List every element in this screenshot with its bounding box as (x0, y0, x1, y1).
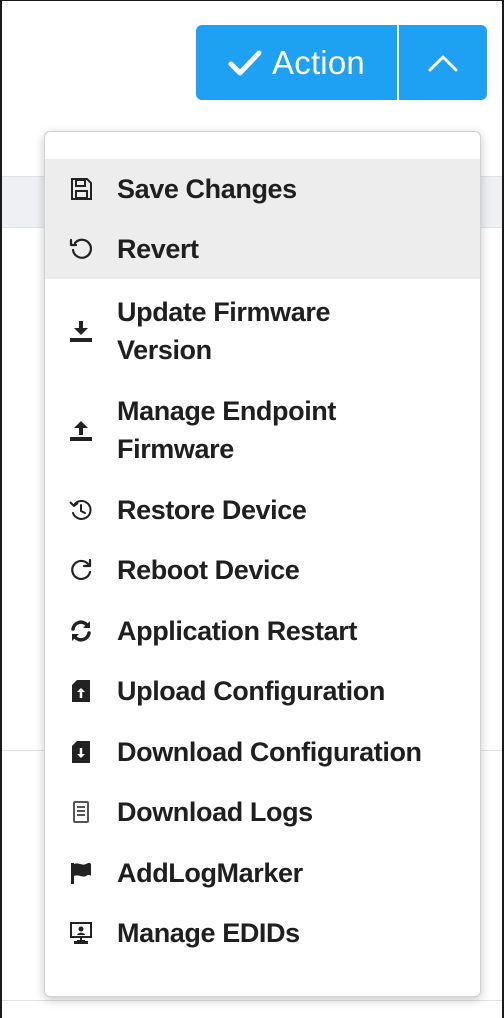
menu-item-download-logs[interactable]: Download Logs (45, 782, 480, 842)
revert-icon (69, 237, 93, 261)
upload-icon (69, 418, 93, 442)
menu-item-label: Reboot Device (117, 555, 300, 585)
chevron-up-icon (428, 55, 458, 71)
menu-item-download-configuration[interactable]: Download Configuration (45, 722, 480, 782)
flag-icon (69, 861, 93, 885)
menu-item-label: Download Logs (117, 797, 313, 827)
log-file-icon (69, 800, 93, 824)
menu-item-label: Restore Device (117, 495, 307, 525)
menu-item-upload-configuration[interactable]: Upload Configuration (45, 661, 480, 721)
menu-item-add-log-marker[interactable]: AddLogMarker (45, 843, 480, 903)
menu-item-label: Save Changes (117, 174, 297, 204)
menu-item-revert[interactable]: Revert (45, 219, 480, 279)
menu-item-application-restart[interactable]: Application Restart (45, 601, 480, 661)
action-button-label: Action (272, 43, 365, 81)
menu-item-label: Revert (117, 234, 199, 264)
action-dropdown-toggle[interactable] (399, 25, 487, 100)
menu-item-manage-edids[interactable]: Manage EDIDs (45, 903, 480, 963)
menu-item-update-firmware-version[interactable]: Update Firmware Version (45, 287, 480, 375)
file-download-icon (69, 740, 93, 764)
menu-item-label: Manage Endpoint Firmware (117, 396, 336, 464)
action-button-group: Action (196, 25, 487, 100)
menu-item-label: Update Firmware Version (117, 297, 331, 365)
menu-item-restore-device[interactable]: Restore Device (45, 480, 480, 540)
monitor-icon (69, 921, 93, 945)
check-icon (228, 50, 262, 75)
menu-item-reboot-device[interactable]: Reboot Device (45, 540, 480, 600)
history-icon (69, 498, 93, 522)
menu-item-label: Application Restart (117, 616, 357, 646)
file-upload-icon (69, 679, 93, 703)
menu-item-label: Manage EDIDs (117, 918, 300, 948)
download-icon (69, 319, 93, 343)
menu-item-save-changes[interactable]: Save Changes (45, 159, 480, 219)
reboot-icon (69, 558, 93, 582)
menu-item-label: Download Configuration (117, 737, 422, 767)
action-dropdown-menu: Save Changes Revert Update Firmware Vers… (44, 131, 481, 997)
menu-item-manage-endpoint-firmware[interactable]: Manage Endpoint Firmware (45, 386, 480, 474)
save-icon (69, 177, 93, 201)
menu-item-label: Upload Configuration (117, 676, 385, 706)
menu-item-label: AddLogMarker (117, 858, 303, 888)
action-button[interactable]: Action (196, 25, 397, 100)
sync-icon (69, 619, 93, 643)
background-divider (2, 1000, 502, 1001)
